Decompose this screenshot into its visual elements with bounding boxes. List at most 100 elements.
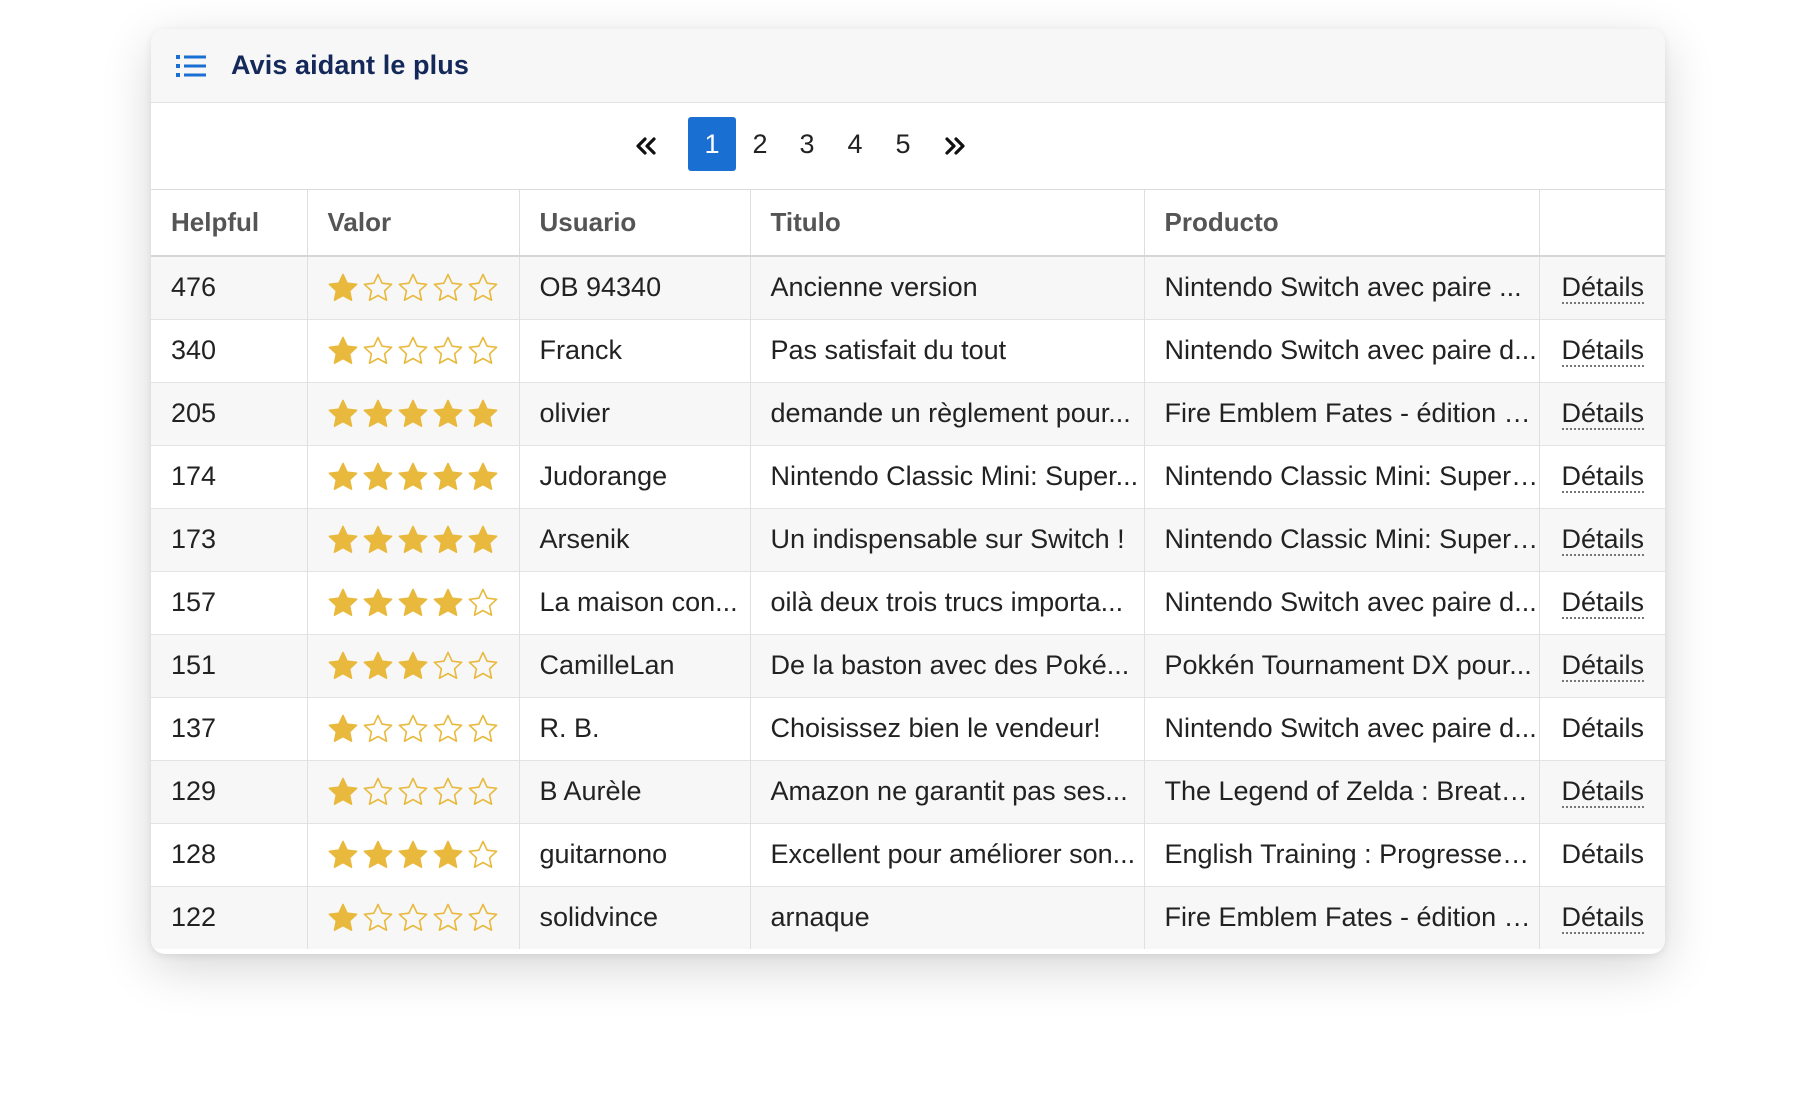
cell-user: OB 94340 <box>519 255 751 319</box>
cell-rating <box>307 381 520 445</box>
pagination: 1 2 3 4 5 <box>151 103 1665 190</box>
column-header-valor[interactable]: Valor <box>307 190 520 257</box>
page-3-button[interactable]: 3 <box>783 117 831 171</box>
star-filled-icon <box>328 840 357 868</box>
details-link[interactable]: Détails <box>1561 902 1645 935</box>
cell-title: Nintendo Classic Mini: Super... <box>750 444 1145 508</box>
last-page-button[interactable] <box>930 117 980 171</box>
star-filled-icon <box>468 399 497 427</box>
column-header-titulo[interactable]: Titulo <box>750 190 1145 257</box>
table-row: 157 La maison con... oilà deux trois trucs… <box>151 570 1665 634</box>
star-filled-icon <box>328 462 357 490</box>
cell-helpful: 151 <box>151 633 308 697</box>
star-empty-icon <box>433 273 462 301</box>
details-link[interactable]: Détails <box>1561 587 1645 619</box>
details-link[interactable]: Détails <box>1562 839 1645 869</box>
cell-helpful: 122 <box>151 885 308 949</box>
star-filled-icon <box>433 588 462 616</box>
double-chevron-right-icon <box>943 129 967 159</box>
cell-title: arnaque <box>750 885 1145 949</box>
details-link[interactable]: Détails <box>1561 776 1645 808</box>
star-filled-icon <box>328 777 357 805</box>
star-empty-icon <box>468 777 497 805</box>
star-empty-icon <box>363 777 392 805</box>
table-row: 174 Judorange Nintendo Classic Mini: Super… <box>151 444 1665 508</box>
cell-product: Fire Emblem Fates - édition L... <box>1144 885 1540 949</box>
cell-user: Franck <box>519 318 751 382</box>
cell-user: Arsenik <box>519 507 751 571</box>
cell-user: R. B. <box>519 696 751 760</box>
star-rating <box>327 587 519 619</box>
star-rating <box>327 335 519 367</box>
star-empty-icon <box>398 903 427 931</box>
table-row: 128 guitarnono Excellent pour améliorer so… <box>151 822 1665 886</box>
cell-helpful: 129 <box>151 759 308 823</box>
cell-rating <box>307 318 520 382</box>
star-empty-icon <box>468 273 497 301</box>
cell-details: Détails <box>1539 885 1665 949</box>
reviews-card: Avis aidant le plus 1 2 3 4 5 Helpful Va… <box>151 29 1665 954</box>
card-title: Avis aidant le plus <box>231 50 469 80</box>
cell-helpful: 205 <box>151 381 308 445</box>
table-row: 122 solidvince arnaque Fire Emblem Fates - … <box>151 885 1665 949</box>
column-header-helpful[interactable]: Helpful <box>151 190 308 257</box>
cell-title: Un indispensable sur Switch ! <box>750 507 1145 571</box>
cell-user: CamilleLan <box>519 633 751 697</box>
table-row: 129 B Aurèle Amazon ne garantit pas ses...… <box>151 759 1665 823</box>
star-filled-icon <box>328 903 357 931</box>
cell-product: Fire Emblem Fates - édition L... <box>1144 381 1540 445</box>
cell-product: Nintendo Classic Mini: Super ... <box>1144 444 1540 508</box>
star-filled-icon <box>328 273 357 301</box>
cell-user: Judorange <box>519 444 751 508</box>
star-filled-icon <box>433 462 462 490</box>
star-filled-icon <box>433 399 462 427</box>
star-filled-icon <box>328 588 357 616</box>
cell-product: English Training : Progressez ... <box>1144 822 1540 886</box>
first-page-button[interactable] <box>621 117 671 171</box>
star-filled-icon <box>363 588 392 616</box>
cell-details: Détails <box>1539 318 1665 382</box>
star-empty-icon <box>468 588 497 616</box>
page-4-button[interactable]: 4 <box>831 117 879 171</box>
star-rating <box>327 713 519 745</box>
star-filled-icon <box>433 840 462 868</box>
cell-rating <box>307 822 520 886</box>
star-rating <box>327 398 519 430</box>
star-filled-icon <box>363 525 392 553</box>
star-empty-icon <box>398 336 427 364</box>
table-body: 476 OB 94340 Ancienne version Nintendo Swit… <box>151 255 1665 949</box>
page-1-button[interactable]: 1 <box>688 117 736 171</box>
star-empty-icon <box>398 714 427 742</box>
cell-rating <box>307 759 520 823</box>
star-filled-icon <box>363 462 392 490</box>
star-empty-icon <box>363 273 392 301</box>
double-chevron-left-icon <box>634 129 658 159</box>
list-icon <box>176 54 206 78</box>
details-link[interactable]: Détails <box>1561 524 1645 556</box>
page-2-button[interactable]: 2 <box>736 117 784 171</box>
details-link[interactable]: Détails <box>1561 398 1645 430</box>
cell-user: guitarnono <box>519 822 751 886</box>
cell-details: Détails <box>1539 507 1665 571</box>
star-empty-icon <box>433 336 462 364</box>
table-row: 476 OB 94340 Ancienne version Nintendo Swit… <box>151 255 1665 319</box>
star-empty-icon <box>468 651 497 679</box>
details-link[interactable]: Détails <box>1561 272 1645 305</box>
star-filled-icon <box>398 525 427 553</box>
star-filled-icon <box>398 462 427 490</box>
cell-product: Nintendo Switch avec paire d... <box>1144 696 1540 760</box>
cell-product: Nintendo Switch avec paire ... <box>1144 255 1540 319</box>
cell-details: Détails <box>1539 633 1665 697</box>
page-5-button[interactable]: 5 <box>879 117 927 171</box>
column-header-producto[interactable]: Producto <box>1144 190 1540 257</box>
details-link[interactable]: Détails <box>1561 461 1645 493</box>
cell-helpful: 157 <box>151 570 308 634</box>
details-link[interactable]: Détails <box>1561 650 1645 682</box>
star-empty-icon <box>433 777 462 805</box>
star-rating <box>327 272 519 304</box>
star-rating <box>327 776 519 808</box>
column-header-actions <box>1539 190 1665 257</box>
details-link[interactable]: Détails <box>1562 713 1645 743</box>
column-header-usuario[interactable]: Usuario <box>519 190 751 257</box>
details-link[interactable]: Détails <box>1561 335 1645 367</box>
